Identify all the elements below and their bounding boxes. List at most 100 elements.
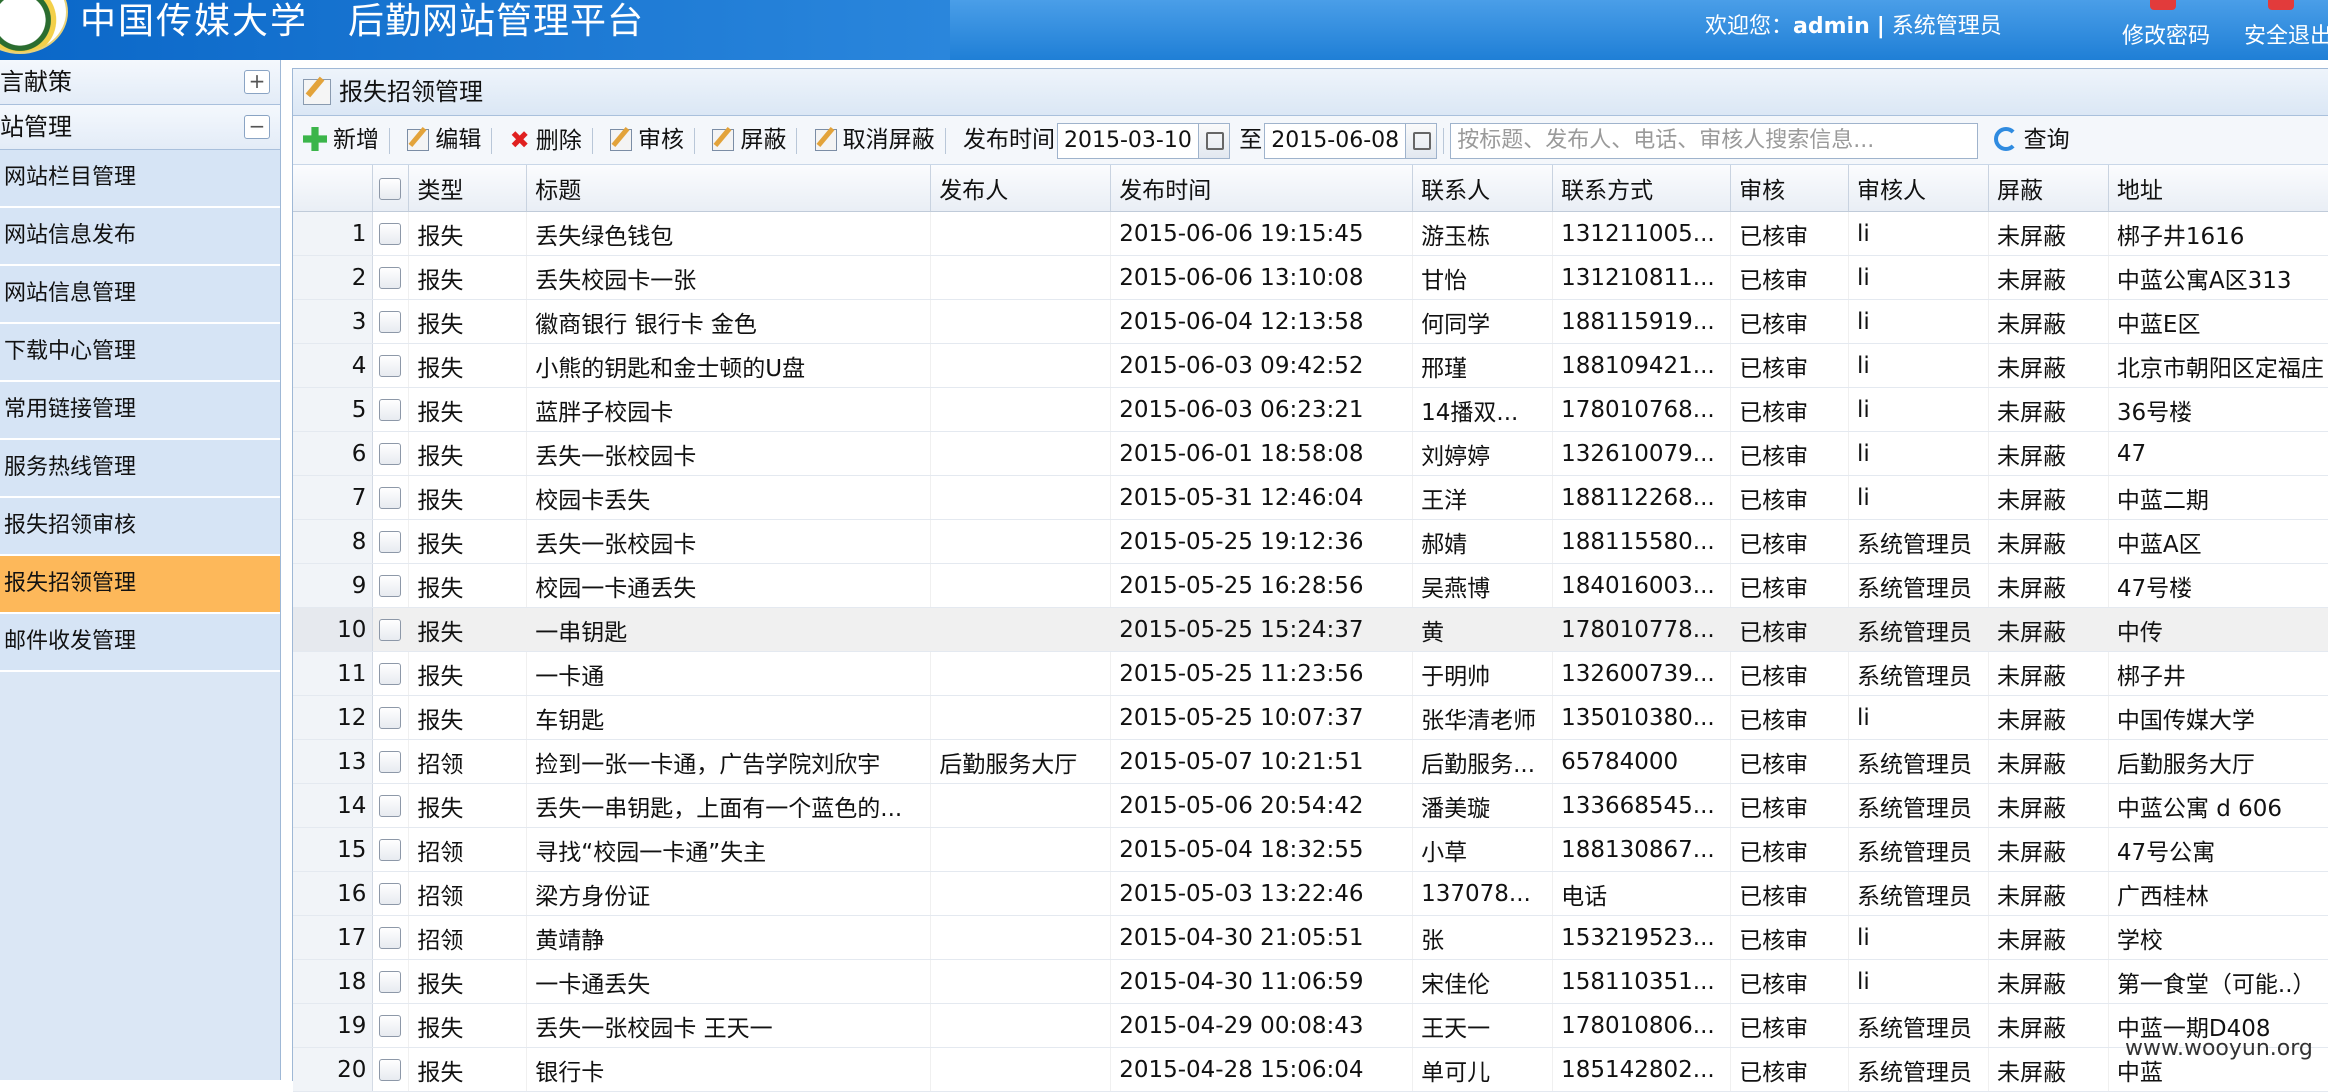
sidebar-item-common-links[interactable]: 常用链接管理 (0, 382, 280, 440)
table-row[interactable]: 1 报失 丢失绿色钱包 2015-06-06 19:15:45 游玉栋 131211005… (293, 211, 2328, 256)
date-from-input[interactable]: 2015-03-10 (1056, 122, 1199, 159)
cell-contact: 张 (1412, 915, 1554, 960)
cell-review: 已核审 (1730, 651, 1849, 696)
table-row[interactable]: 8 报失 丢失一张校园卡 2015-05-25 19:12:36 郝婧 188115580… (293, 519, 2328, 564)
cell-publisher (930, 607, 1112, 652)
search-input[interactable]: 按标题、发布人、电话、审核人搜索信息... (1450, 122, 1979, 159)
row-checkbox[interactable] (372, 915, 410, 960)
table-row[interactable]: 13 招领 捡到一张一卡通，广告学院刘欣宇 后勤服务大厅 2015-05-07 10:2… (293, 739, 2328, 784)
column-header-contact[interactable]: 联系人 (1412, 165, 1554, 212)
collapse-icon[interactable]: − (244, 115, 270, 139)
table-row[interactable]: 17 招领 黄靖静 2015-04-30 21:05:51 张 153219523... 已… (293, 915, 2328, 960)
checkbox-icon (379, 223, 402, 245)
table-row[interactable]: 18 报失 一卡通丢失 2015-04-30 11:06:59 宋佳伦 158110351… (293, 959, 2328, 1004)
table-row[interactable]: 7 报失 校园卡丢失 2015-05-31 12:46:04 王洋 188112268..… (293, 475, 2328, 520)
table-row[interactable]: 9 报失 校园一卡通丢失 2015-05-25 16:28:56 吴燕博 18401600… (293, 563, 2328, 608)
cell-time: 2015-05-25 19:12:36 (1110, 519, 1414, 564)
column-header-hidden[interactable]: 屏蔽 (1988, 165, 2109, 212)
sidebar-item-column-management[interactable]: 网站栏目管理 (0, 150, 280, 208)
row-checkbox[interactable] (372, 1003, 410, 1048)
table-row[interactable]: 11 报失 一卡通 2015-05-25 11:23:56 于明帅 132600739..… (293, 651, 2328, 696)
table-row[interactable]: 12 报失 车钥匙 2015-05-25 10:07:37 张华清老师 135010380… (293, 695, 2328, 740)
cell-hidden: 未屏蔽 (1988, 607, 2109, 652)
calendar-icon[interactable] (1406, 122, 1438, 159)
row-checkbox[interactable] (372, 607, 410, 652)
cell-time: 2015-04-28 15:06:04 (1110, 1047, 1414, 1092)
change-password-icon[interactable] (2150, 0, 2176, 10)
cell-type: 招领 (408, 739, 528, 784)
cell-title: 捡到一张一卡通，广告学院刘欣宇 (526, 739, 932, 784)
table-row[interactable]: 16 招领 梁方身份证 2015-05-03 13:22:46 137078... 电话已… (293, 871, 2328, 916)
row-checkbox[interactable] (372, 783, 410, 828)
sidebar-item-info-management[interactable]: 网站信息管理 (0, 266, 280, 324)
logout-icon[interactable] (2268, 0, 2294, 10)
row-checkbox[interactable] (372, 211, 410, 256)
row-checkbox[interactable] (372, 695, 410, 740)
select-all-checkbox[interactable] (372, 165, 410, 212)
toolbar: 新增 编辑 ✖ 删除 审核 屏蔽 取消屏蔽 发布时间 2015-03-10 至 201… (293, 116, 2328, 165)
column-header-reviewer[interactable]: 审核人 (1848, 165, 1989, 212)
column-header-type[interactable]: 类型 (408, 165, 528, 212)
row-checkbox[interactable] (372, 563, 410, 608)
cell-contact: 后勤服务... (1412, 739, 1554, 784)
column-header-title[interactable]: 标题 (526, 165, 932, 212)
row-checkbox[interactable] (372, 827, 410, 872)
row-checkbox[interactable] (372, 475, 410, 520)
table-row[interactable]: 15 招领 寻找“校园一卡通”失主 2015-05-04 18:32:55 小草 1881… (293, 827, 2328, 872)
row-checkbox[interactable] (372, 387, 410, 432)
calendar-icon[interactable] (1198, 122, 1230, 159)
row-checkbox[interactable] (372, 739, 410, 784)
column-header-address[interactable]: 地址 (2108, 165, 2328, 212)
cell-type: 招领 (408, 915, 528, 960)
sidebar-item-download-center[interactable]: 下载中心管理 (0, 324, 280, 382)
query-button[interactable]: 查询 (1986, 116, 2078, 164)
table-row[interactable]: 10 报失 一串钥匙 2015-05-25 15:24:37 黄 178010778...… (293, 607, 2328, 652)
cell-type: 报失 (408, 959, 528, 1004)
logout-link[interactable]: 安全退出 (2244, 18, 2328, 50)
delete-button[interactable]: ✖ 删除 (502, 116, 590, 165)
cell-review: 已核审 (1730, 431, 1849, 476)
cell-time: 2015-04-29 00:08:43 (1110, 1003, 1414, 1048)
cell-reviewer: li (1848, 959, 1989, 1004)
row-checkbox[interactable] (372, 1047, 410, 1092)
sidebar-group-site-management[interactable]: 站管理 − (0, 105, 280, 150)
column-header-review[interactable]: 审核 (1730, 165, 1849, 212)
review-label: 审核 (638, 127, 685, 153)
row-checkbox[interactable] (372, 431, 410, 476)
column-header-phone[interactable]: 联系方式 (1552, 165, 1732, 212)
date-to-input[interactable]: 2015-06-08 (1264, 122, 1407, 159)
sidebar-item-service-hotline[interactable]: 服务热线管理 (0, 440, 280, 498)
sidebar-group-label: 言献策 (0, 68, 72, 96)
table-row[interactable]: 2 报失 丢失校园卡一张 2015-06-06 13:10:08 甘怡 131210811… (293, 255, 2328, 300)
column-header-publish-time[interactable]: 发布时间 (1110, 165, 1414, 212)
row-checkbox[interactable] (372, 519, 410, 564)
row-checkbox[interactable] (372, 871, 410, 916)
expand-icon[interactable]: + (244, 70, 270, 94)
table-row[interactable]: 5 报失 蓝胖子校园卡 2015-06-03 06:23:21 14播双... 17801… (293, 387, 2328, 432)
table-row[interactable]: 19 报失 丢失一张校园卡 王天一 2015-04-29 00:08:43 王天一 178… (293, 1003, 2328, 1048)
hide-button[interactable]: 屏蔽 (704, 116, 794, 164)
row-checkbox[interactable] (372, 299, 410, 344)
table-row[interactable]: 4 报失 小熊的钥匙和金士顿的U盘 2015-06-03 09:42:52 邢瑾 1881… (293, 343, 2328, 388)
sidebar-item-lost-found-review[interactable]: 报失招领审核 (0, 498, 280, 556)
sidebar-item-info-publish[interactable]: 网站信息发布 (0, 208, 280, 266)
sidebar-group-suggestions[interactable]: 言献策 + (0, 60, 280, 105)
add-button[interactable]: 新增 (293, 116, 387, 164)
cell-time: 2015-05-25 11:23:56 (1110, 651, 1414, 696)
row-checkbox[interactable] (372, 343, 410, 388)
table-row[interactable]: 3 报失 徽商银行 银行卡 金色 2015-06-04 12:13:58 何同学 1881… (293, 299, 2328, 344)
cell-reviewer: li (1848, 475, 1989, 520)
table-row[interactable]: 6 报失 丢失一张校园卡 2015-06-01 18:58:08 刘婷婷 13261007… (293, 431, 2328, 476)
change-password-link[interactable]: 修改密码 (2122, 18, 2210, 50)
sidebar-item-lost-found-management[interactable]: 报失招领管理 (0, 556, 280, 614)
row-checkbox[interactable] (372, 651, 410, 696)
table-row[interactable]: 14 报失 丢失一串钥匙，上面有一个蓝色的... 2015-05-06 20:54:4… (293, 783, 2328, 828)
unhide-button[interactable]: 取消屏蔽 (807, 116, 943, 164)
edit-button[interactable]: 编辑 (399, 116, 489, 164)
table-row[interactable]: 20 报失 银行卡 2015-04-28 15:06:04 单可儿 185142802..… (293, 1047, 2328, 1092)
row-checkbox[interactable] (372, 255, 410, 300)
sidebar-item-mail-management[interactable]: 邮件收发管理 (0, 614, 280, 672)
column-header-publisher[interactable]: 发布人 (930, 165, 1112, 212)
review-button[interactable]: 审核 (602, 116, 692, 164)
row-checkbox[interactable] (372, 959, 410, 1004)
